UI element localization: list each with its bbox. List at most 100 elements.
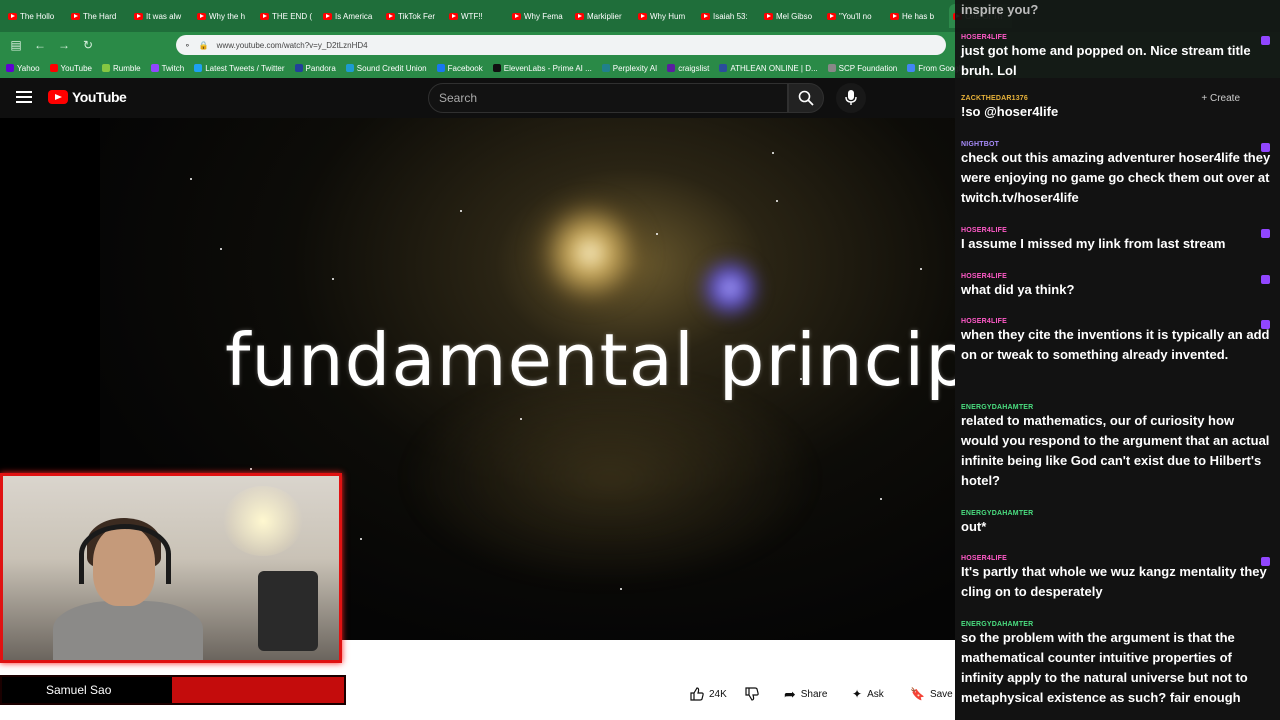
chat-message: HOSER4LIFE just got home and popped on. N…: [961, 34, 1271, 81]
bookmark-favicon-icon: [49, 64, 58, 72]
youtube-favicon-icon: [197, 12, 206, 20]
youtube-favicon-icon: [638, 12, 647, 20]
browser-tab-label: Mel Gibso: [776, 11, 813, 21]
bookmark-item[interactable]: SCP Foundation: [827, 63, 898, 73]
bookmark-item[interactable]: Yahoo: [6, 64, 40, 73]
forward-icon[interactable]: →: [52, 33, 76, 57]
bookmark-label: YouTube: [60, 63, 92, 73]
chat-text: !so @hoser4life: [961, 104, 1059, 119]
subscriber-badge-icon: [1261, 320, 1270, 329]
youtube-favicon-icon: [764, 12, 773, 20]
sidebar-toggle-icon[interactable]: ▤: [4, 33, 28, 57]
chat-text: just got home and popped on. Nice stream…: [961, 43, 1251, 78]
search-button[interactable]: [788, 83, 824, 113]
browser-tab[interactable]: He has b: [886, 4, 949, 28]
browser-tab-label: "You'll no: [839, 11, 872, 21]
browser-tab[interactable]: Why Fema: [508, 4, 571, 28]
chat-username: HOSER4LIFE: [961, 273, 1007, 280]
browser-tab-label: Is America: [335, 11, 373, 21]
share-label: Share: [800, 688, 828, 700]
chat-message: HOSER4LIFE when they cite the inventions …: [961, 318, 1271, 365]
browser-tab-label: Isaiah 53:: [713, 11, 748, 21]
bookmark-item[interactable]: Sound Credit Union: [345, 64, 427, 73]
chat-text: inspire you?: [961, 2, 1039, 17]
youtube-favicon-icon: [575, 12, 584, 20]
ask-label: Ask: [867, 688, 884, 700]
browser-tab[interactable]: Is America: [319, 4, 382, 28]
browser-tab-label: He has b: [902, 11, 935, 21]
bookmark-favicon-icon: [194, 64, 203, 72]
browser-tab[interactable]: Isaiah 53:: [697, 4, 760, 28]
browser-tab[interactable]: "You'll no: [823, 4, 886, 28]
youtube-favicon-icon: [260, 12, 269, 20]
chat-username: ENERGYDAHAMTER: [961, 404, 1034, 411]
chat-username: ENERGYDAHAMTER: [961, 621, 1034, 628]
browser-tab[interactable]: Why the h: [193, 4, 256, 28]
browser-tab[interactable]: The Hollo: [4, 4, 67, 28]
bookmark-item[interactable]: YouTube: [49, 63, 92, 73]
share-button[interactable]: ➦ Share: [784, 681, 827, 707]
save-label: Save: [929, 688, 953, 700]
sparkle-icon: ✦: [852, 687, 863, 701]
bookmark-favicon-icon: [101, 64, 110, 72]
youtube-favicon-icon: [827, 12, 836, 20]
bookmark-label: ElevenLabs - Prime AI ...: [503, 63, 592, 73]
streamer-name: Samuel Sao: [2, 677, 172, 703]
reload-icon[interactable]: ↻: [76, 33, 100, 57]
video-title-overlay: fundamental principle: [225, 318, 955, 402]
like-count: 24K: [709, 688, 727, 700]
bookmark-favicon-icon: [601, 64, 610, 72]
browser-tab[interactable]: Markiplier: [571, 4, 634, 28]
webcam-lamp: [223, 486, 303, 556]
bookmark-favicon-icon: [827, 64, 836, 72]
youtube-logo[interactable]: YouTube: [48, 89, 127, 105]
browser-tab[interactable]: TikTok Fer: [382, 4, 445, 28]
subscriber-badge-icon: [1261, 143, 1270, 152]
bookmark-label: Yahoo: [17, 63, 40, 73]
bookmark-item[interactable]: ATHLEAN ONLINE | D...: [719, 64, 818, 73]
voice-search-button[interactable]: [836, 83, 866, 113]
bookmark-label: Rumble: [112, 63, 141, 73]
bookmark-item[interactable]: Latest Tweets / Twitter: [194, 64, 285, 73]
browser-tab[interactable]: Mel Gibso: [760, 4, 823, 28]
bookmark-item[interactable]: Rumble: [101, 63, 141, 73]
youtube-favicon-icon: [323, 12, 332, 20]
browser-tab[interactable]: Why Hum: [634, 4, 697, 28]
youtube-favicon-icon: [701, 12, 710, 20]
menu-icon[interactable]: [16, 91, 32, 103]
bookmark-item[interactable]: Pandora: [294, 64, 336, 73]
search-input[interactable]: Search: [428, 83, 788, 113]
url-input[interactable]: ⚬ 🔒 www.youtube.com/watch?v=y_D2tLznHD4: [176, 35, 946, 55]
bookmark-item[interactable]: ElevenLabs - Prime AI ...: [492, 63, 592, 73]
bookmark-favicon-icon: [150, 64, 159, 72]
bookmark-favicon-icon: [6, 64, 14, 72]
bookmark-item[interactable]: craigslist: [667, 64, 709, 73]
chat-username: HOSER4LIFE: [961, 318, 1007, 325]
chat-text: I assume I missed my link from last stre…: [961, 236, 1226, 251]
bookmark-item[interactable]: Facebook: [436, 64, 483, 73]
bookmark-item[interactable]: Perplexity AI: [601, 63, 658, 73]
bookmark-favicon-icon: [492, 64, 501, 72]
browser-tab[interactable]: The Hard: [67, 4, 130, 28]
chat-username: ENERGYDAHAMTER: [961, 510, 1034, 517]
back-icon[interactable]: ←: [28, 33, 52, 57]
bookmark-label: Perplexity AI: [612, 63, 658, 73]
chat-username: HOSER4LIFE: [961, 34, 1007, 41]
browser-tab-label: Markiplier: [587, 11, 622, 21]
save-button[interactable]: 🔖 Save: [910, 681, 953, 707]
chat-message: HOSER4LIFE I assume I missed my link from…: [961, 227, 1271, 254]
chat-text: so the problem with the argument is that…: [961, 630, 1248, 705]
bookmark-favicon-icon: [345, 64, 354, 72]
chat-message: ENERGYDAHAMTER related to mathematics, ou…: [961, 404, 1271, 491]
like-button[interactable]: 24K: [690, 681, 727, 707]
search-placeholder: Search: [439, 91, 478, 105]
browser-tab[interactable]: WTF!!: [445, 4, 508, 28]
bookmark-item[interactable]: Twitch: [150, 64, 184, 73]
dislike-button[interactable]: [745, 681, 759, 707]
youtube-favicon-icon: [134, 12, 143, 20]
ask-button[interactable]: ✦ Ask: [852, 681, 884, 707]
browser-tab[interactable]: THE END (: [256, 4, 319, 28]
browser-tab[interactable]: It was alw: [130, 4, 193, 28]
bookmark-label: SCP Foundation: [838, 63, 898, 73]
bookmark-favicon-icon: [667, 64, 676, 72]
